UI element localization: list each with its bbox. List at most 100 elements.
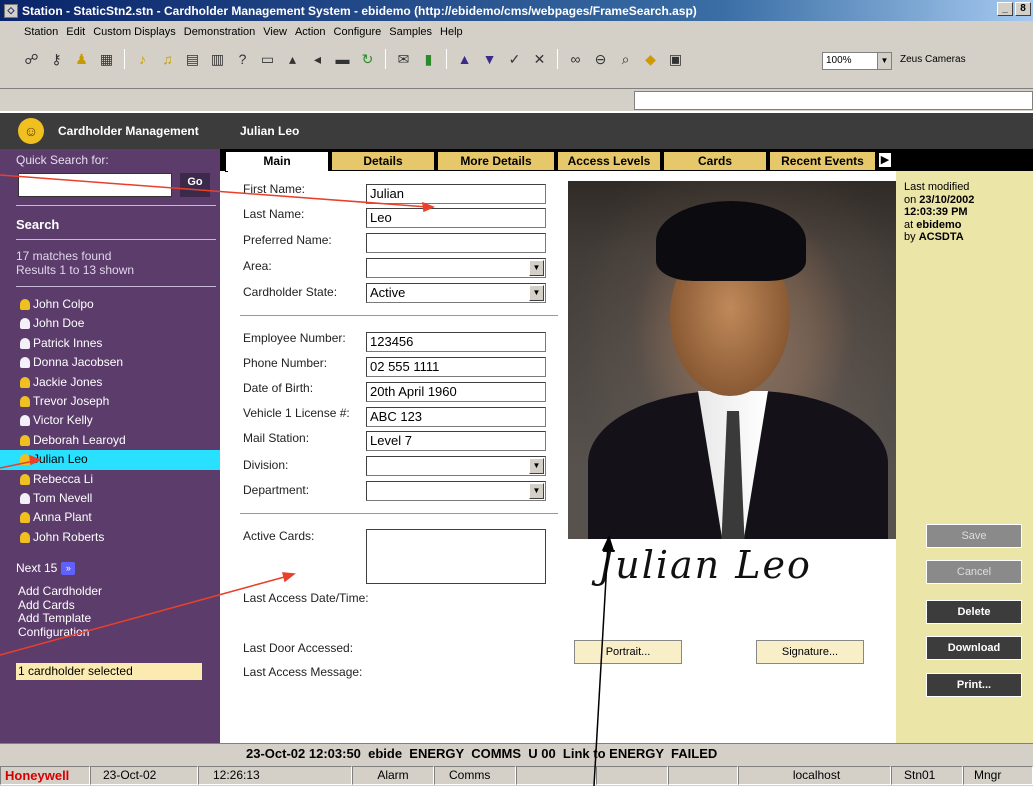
cross-icon[interactable]: ✕ — [530, 50, 549, 69]
tab-scroll-right-icon[interactable]: ▶ — [878, 152, 892, 168]
address-field[interactable] — [634, 91, 1033, 110]
mail-station-field[interactable]: Level 7 — [366, 431, 546, 451]
down-arrow-icon[interactable]: ▼ — [480, 50, 499, 69]
next-arrow-icon[interactable]: » — [61, 561, 76, 575]
result-name[interactable]: Patrick Innes — [33, 336, 102, 350]
preferred-name-field[interactable] — [366, 233, 546, 253]
phone-field[interactable]: 02 555 1111 — [366, 357, 546, 377]
chevron-down-icon[interactable]: ▼ — [529, 458, 544, 474]
active-cards-list[interactable] — [366, 529, 546, 584]
page-icon[interactable]: ▬ — [333, 50, 352, 69]
signature-button[interactable]: Signature... — [756, 640, 864, 664]
print-button[interactable]: Print... — [926, 673, 1022, 697]
menu-demonstration[interactable]: Demonstration — [180, 26, 260, 38]
first-name-field[interactable]: Julian — [366, 184, 546, 204]
result-item[interactable]: Donna Jacobsen — [0, 353, 220, 372]
comms-indicator[interactable]: Comms — [434, 766, 516, 785]
refresh-icon[interactable]: ↻ — [358, 50, 377, 69]
save-button[interactable]: Save — [926, 524, 1022, 548]
chevron-down-icon[interactable]: ▼ — [529, 260, 544, 276]
result-name[interactable]: Rebecca Li — [33, 472, 93, 486]
tab-cards[interactable]: Cards — [663, 151, 767, 171]
result-item[interactable]: John Doe — [0, 314, 220, 333]
result-name[interactable]: John Roberts — [33, 530, 104, 544]
next-label[interactable]: Next 15 — [16, 561, 57, 575]
menu-view[interactable]: View — [259, 26, 291, 38]
chevron-down-icon[interactable]: ▼ — [877, 53, 891, 69]
tab-details[interactable]: Details — [331, 151, 435, 171]
result-item[interactable]: Jackie Jones — [0, 373, 220, 392]
result-item[interactable]: Rebecca Li — [0, 470, 220, 489]
zoom-select[interactable]: 100% ▼ — [822, 52, 892, 70]
menu-help[interactable]: Help — [436, 26, 467, 38]
mail-icon[interactable]: ✉ — [394, 50, 413, 69]
menu-samples[interactable]: Samples — [385, 26, 436, 38]
person-icon[interactable]: ♟ — [72, 50, 91, 69]
menu-custom-displays[interactable]: Custom Displays — [89, 26, 180, 38]
menu-edit[interactable]: Edit — [62, 26, 89, 38]
maximize-button[interactable]: 8 — [1015, 2, 1031, 16]
area-select[interactable]: ▼ — [366, 258, 546, 278]
result-name[interactable]: Jackie Jones — [33, 375, 102, 389]
result-item[interactable]: John Roberts — [0, 528, 220, 547]
menu-configure[interactable]: Configure — [330, 26, 386, 38]
tab-access-levels[interactable]: Access Levels — [557, 151, 661, 171]
diamond-icon[interactable]: ◆ — [641, 50, 660, 69]
grid-icon[interactable]: ▦ — [97, 50, 116, 69]
result-name[interactable]: Tom Nevell — [33, 491, 92, 505]
camera-label[interactable]: Zeus Cameras — [900, 54, 966, 65]
result-item[interactable]: Deborah Learoyd — [0, 431, 220, 450]
result-item[interactable]: John Colpo — [0, 295, 220, 314]
window-up-icon[interactable]: ▴ — [283, 50, 302, 69]
result-item[interactable]: Anna Plant — [0, 508, 220, 527]
tab-more-details[interactable]: More Details — [437, 151, 555, 171]
quick-search-input[interactable] — [18, 173, 172, 197]
minimize-button[interactable]: _ — [997, 2, 1013, 16]
last-name-field[interactable]: Leo — [366, 208, 546, 228]
result-name[interactable]: Julian Leo — [33, 452, 88, 466]
result-name[interactable]: John Doe — [33, 316, 84, 330]
delete-button[interactable]: Delete — [926, 600, 1022, 624]
alarm-ack-icon[interactable]: ♫ — [158, 50, 177, 69]
add-cards-link[interactable]: Add Cards — [18, 598, 102, 613]
zoom-out-icon[interactable]: ⊖ — [591, 50, 610, 69]
add-cardholder-link[interactable]: Add Cardholder — [18, 584, 102, 599]
result-name[interactable]: John Colpo — [33, 297, 94, 311]
tab-recent-events[interactable]: Recent Events — [769, 151, 876, 171]
result-item[interactable]: Patrick Innes — [0, 334, 220, 353]
cancel-button[interactable]: Cancel — [926, 560, 1022, 584]
division-select[interactable]: ▼ — [366, 456, 546, 476]
network-icon[interactable]: ☍ — [22, 50, 41, 69]
up-arrow-icon[interactable]: ▲ — [455, 50, 474, 69]
portrait-button[interactable]: Portrait... — [574, 640, 682, 664]
department-select[interactable]: ▼ — [366, 481, 546, 501]
result-item[interactable]: Trevor Joseph — [0, 392, 220, 411]
dob-field[interactable]: 20th April 1960 — [366, 382, 546, 402]
next-page-link[interactable]: Next 15 » — [16, 561, 76, 575]
tab-main[interactable]: Main — [225, 151, 329, 172]
window-icon[interactable]: ▭ — [258, 50, 277, 69]
result-item[interactable]: Victor Kelly — [0, 411, 220, 430]
vehicle-field[interactable]: ABC 123 — [366, 407, 546, 427]
monitor-icon[interactable]: ▣ — [666, 50, 685, 69]
state-select[interactable]: Active ▼ — [366, 283, 546, 303]
menu-action[interactable]: Action — [291, 26, 330, 38]
search-heading[interactable]: Search — [16, 217, 59, 232]
alarm-indicator[interactable]: Alarm — [352, 766, 434, 785]
result-item[interactable]: Julian Leo — [0, 450, 220, 470]
employee-number-field[interactable]: 123456 — [366, 332, 546, 352]
bars-icon[interactable]: ▮ — [419, 50, 438, 69]
back-icon[interactable]: ◂ — [308, 50, 327, 69]
download-button[interactable]: Download — [926, 636, 1022, 660]
key-icon[interactable]: ⚷ — [47, 50, 66, 69]
alarm-status-bar[interactable]: 23-Oct-02 12:03:50 ebide ENERGY COMMS U … — [0, 743, 1033, 765]
configuration-link[interactable]: Configuration — [18, 625, 102, 640]
result-name[interactable]: Victor Kelly — [33, 413, 93, 427]
add-template-link[interactable]: Add Template — [18, 611, 102, 626]
glasses-icon[interactable]: ∞ — [566, 50, 585, 69]
report-icon[interactable]: ▤ — [183, 50, 202, 69]
result-name[interactable]: Trevor Joseph — [33, 394, 109, 408]
chevron-down-icon[interactable]: ▼ — [529, 285, 544, 301]
menu-station[interactable]: Station — [20, 26, 62, 38]
result-name[interactable]: Deborah Learoyd — [33, 433, 126, 447]
